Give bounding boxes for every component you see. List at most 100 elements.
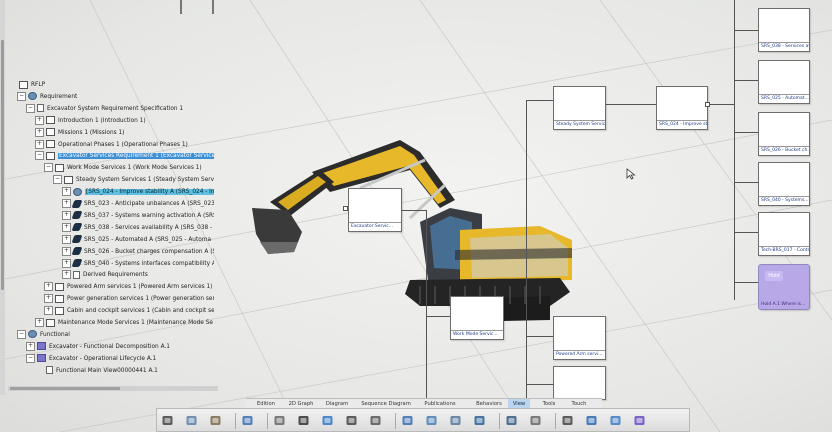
tree-node[interactable]: + Derived Requirements (62, 270, 214, 281)
tree-node[interactable]: Functional Main View00000441 A.1 (35, 366, 214, 377)
tree-node[interactable]: − Functional (17, 329, 214, 341)
collapse-icon[interactable]: − (53, 175, 62, 185)
undo-icon[interactable] (241, 414, 254, 427)
table-icon[interactable] (473, 414, 486, 427)
hierarchy-icon[interactable] (585, 414, 598, 427)
expand-icon[interactable]: + (35, 127, 44, 137)
diagram-box-srs-040[interactable]: SRS_040 - Systems... (758, 162, 810, 206)
diagram-box-work-mode-service[interactable]: Work Mode Servic... (450, 296, 504, 340)
fit-icon[interactable] (345, 414, 358, 427)
tree-node[interactable]: + SRS_023 - Anticipate unbalances A (SRS_… (62, 199, 214, 210)
diagram-box-srs-038[interactable]: SRS_038 - Services av... (758, 8, 810, 52)
tree-node[interactable]: − Excavator Services Requirement 1 (Excav… (35, 151, 214, 162)
expand-icon[interactable]: + (62, 199, 71, 208)
excavator-model[interactable] (250, 130, 580, 330)
cube-icon[interactable] (321, 414, 334, 427)
expand-icon[interactable]: + (62, 246, 71, 256)
connector-port[interactable] (343, 206, 348, 211)
box-caption: SRS_025 - Automat... (759, 94, 809, 101)
tree-node[interactable]: + Missions 1 (Missions 1) (35, 127, 214, 139)
scissors-icon[interactable] (161, 414, 174, 427)
collapse-icon[interactable]: − (44, 163, 53, 173)
connector (734, 282, 758, 283)
diagram-box-srs-025[interactable]: SRS_025 - Automat... (758, 60, 810, 104)
tree-node[interactable]: + Excavator - Functional Decomposition A.… (26, 341, 214, 353)
pan-icon[interactable] (297, 414, 310, 427)
tree-node[interactable]: RFLP (8, 80, 214, 91)
tree-node[interactable]: + SRS_038 - Services availability A (SRS_… (62, 222, 214, 234)
tree-node-label: RFLP (31, 82, 46, 88)
diagram-icon[interactable] (609, 414, 622, 427)
leaf-icon (71, 211, 83, 220)
layout-icon[interactable] (449, 414, 462, 427)
scrollbar-thumb[interactable] (10, 387, 120, 390)
view-icon[interactable] (425, 414, 438, 427)
tree-node[interactable]: − Work Mode Services 1 (Work Mode Service… (44, 163, 214, 174)
expand-icon[interactable]: + (35, 318, 44, 327)
expand-icon[interactable]: + (62, 270, 71, 280)
expand-icon[interactable]: + (35, 139, 44, 149)
tree-node[interactable]: + [SRS_024 - Improve stability A (SRS_024… (62, 187, 214, 198)
diagram-box-hold[interactable]: Hold Hold A.1 Where is... (758, 264, 810, 310)
expand-icon[interactable]: + (44, 282, 53, 292)
collapse-icon[interactable]: − (35, 151, 44, 161)
tree-node-label: Cabin and cockpit services 1 (Cabin and … (67, 308, 214, 315)
render-icon[interactable] (401, 414, 414, 427)
tree-node-label: SRS_037 - Systems warning activation A (… (84, 212, 214, 219)
mouse-cursor-icon (626, 168, 636, 180)
connector-port[interactable] (705, 102, 710, 107)
diagram-box-powered-arm-service[interactable]: Powered Arm servi... (553, 316, 606, 360)
tree-node[interactable]: + Cabin and cockpit services 1 (Cabin and… (44, 306, 214, 317)
paste-icon[interactable] (209, 414, 222, 427)
tree-node[interactable]: + Operational Phases 1 (Operational Phase… (35, 139, 214, 151)
tree-node[interactable]: + SRS_025 - Automated A (SRS_025 - Automa (62, 234, 214, 246)
expand-icon[interactable]: + (62, 234, 71, 244)
scrollbar-thumb[interactable] (1, 40, 4, 290)
expand-icon[interactable]: + (62, 187, 71, 197)
expand-icon[interactable]: + (44, 306, 53, 316)
collapse-icon[interactable]: − (17, 329, 26, 339)
tree-icon[interactable] (561, 414, 574, 427)
tree-node[interactable]: − Requirement (17, 91, 214, 103)
req-icon (55, 163, 64, 172)
diagram-box-srs-017[interactable]: Tech-BRS_017 - Contr... (758, 212, 810, 256)
expand-icon[interactable]: + (62, 222, 71, 232)
link-icon[interactable] (633, 414, 646, 427)
tree-horizontal-scrollbar[interactable] (8, 386, 218, 391)
diagram-box-steady-system-service[interactable]: Steady System Servic... (553, 86, 606, 130)
tree-node[interactable]: + Maintenance Mode Services 1 (Maintenanc… (35, 318, 214, 329)
expand-icon[interactable]: + (35, 115, 44, 125)
req-icon (55, 294, 64, 303)
connector (604, 104, 656, 105)
tree-node-label: Introduction 1 (Introduction 1) (58, 117, 146, 124)
globe-icon (73, 187, 82, 196)
zoom-icon[interactable] (369, 414, 382, 427)
expand-icon[interactable]: + (26, 341, 35, 351)
grid-icon[interactable] (505, 414, 518, 427)
tree-node[interactable]: − Steady System Services 1 (Steady System… (53, 175, 214, 186)
diagram-box-lower[interactable] (553, 366, 606, 400)
expand-icon[interactable]: + (62, 210, 71, 220)
tree-node[interactable]: + Powered Arm services 1 (Powered Arm ser… (44, 282, 214, 293)
collapse-icon[interactable]: − (26, 353, 35, 363)
copy-icon[interactable] (185, 414, 198, 427)
expand-icon[interactable]: + (44, 294, 53, 304)
tree-node[interactable]: + Power generation services 1 (Power gene… (44, 294, 214, 305)
tree-node-label: Excavator - Functional Decomposition A.1 (49, 343, 170, 350)
diagram-box-srs-026[interactable]: SRS_026 - Bucket ch... (758, 112, 810, 156)
req-icon (46, 140, 55, 148)
settings-icon[interactable] (273, 414, 286, 427)
tree-node[interactable]: + SRS_026 - Bucket charges compensation A… (62, 246, 214, 258)
diagram-box-excavator-service[interactable]: Excavator Servic... (348, 188, 402, 232)
tree-node[interactable]: + SRS_040 - Systems interfaces compatibil… (62, 258, 214, 270)
expand-icon[interactable]: + (62, 258, 71, 268)
tree-node[interactable]: − Excavator - Operational Lifecycle A.1 (26, 353, 214, 365)
tree-node[interactable]: + Introduction 1 (Introduction 1) (35, 115, 214, 127)
collapse-icon[interactable]: − (26, 103, 35, 113)
diagram-box-srs-024[interactable]: SRS_024 - Improve st... (656, 86, 708, 130)
collapse-icon[interactable]: − (17, 91, 26, 101)
tree-vertical-scrollbar[interactable] (0, 0, 5, 395)
tree-node[interactable]: − Excavator System Requirement Specificat… (26, 103, 214, 115)
tree-node[interactable]: + SRS_037 - Systems warning activation A … (62, 210, 214, 222)
filter-icon[interactable] (529, 414, 542, 427)
